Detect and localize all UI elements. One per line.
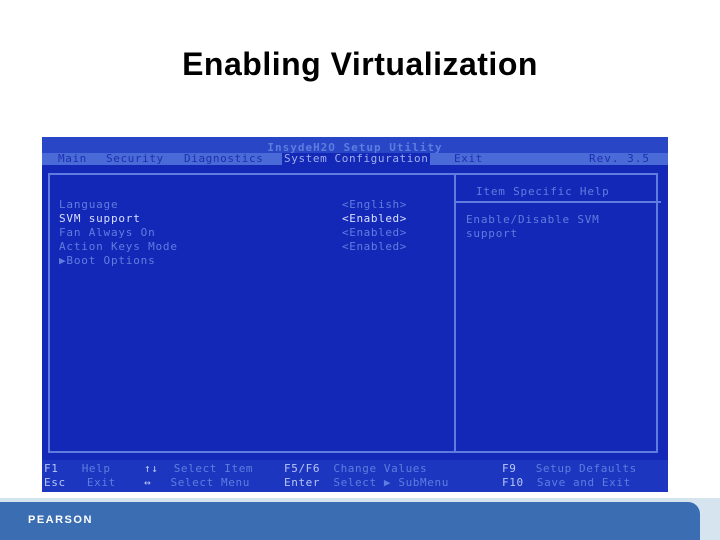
menu-exit[interactable]: Exit	[452, 153, 485, 165]
legend-f1: F1 Help	[44, 462, 111, 476]
legend-enter: Enter Select ▶ SubMenu	[284, 476, 449, 490]
help-title: Item Specific Help	[476, 185, 610, 198]
legend-f10: F10 Save and Exit	[502, 476, 631, 490]
help-panel: Item Specific Help Enable/Disable SVM su…	[454, 173, 661, 453]
bios-screen: InsydeH2O Setup Utility Main Security Di…	[42, 137, 668, 492]
value-language[interactable]: <English>	[342, 198, 452, 212]
menu-bar: Main Security Diagnostics System Configu…	[42, 153, 668, 165]
desc-change-values: Change Values	[333, 462, 428, 475]
setting-language[interactable]: Language	[59, 198, 339, 212]
setting-fan-always-on[interactable]: Fan Always On	[59, 226, 339, 240]
help-text: Enable/Disable SVM support	[466, 213, 600, 240]
settings-list: Language SVM support Fan Always On Actio…	[59, 198, 339, 268]
legend-select-menu: ↔ Select Menu	[144, 476, 250, 490]
menu-security[interactable]: Security	[104, 153, 166, 165]
desc-select-submenu: Select ▶ SubMenu	[333, 476, 449, 489]
menu-diagnostics[interactable]: Diagnostics	[182, 153, 265, 165]
settings-values: <English> <Enabled> <Enabled> <Enabled>	[342, 198, 452, 254]
setting-action-keys-mode[interactable]: Action Keys Mode	[59, 240, 339, 254]
legend-f9: F9 Setup Defaults	[502, 462, 637, 476]
desc-select-item: Select Item	[173, 462, 254, 475]
desc-setup-defaults: Setup Defaults	[535, 462, 637, 475]
legend-change-values: F5/F6 Change Values	[284, 462, 427, 476]
key-f9: F9	[502, 462, 517, 475]
key-f5-f6: F5/F6	[284, 462, 321, 475]
value-fan-always-on[interactable]: <Enabled>	[342, 226, 452, 240]
key-f10: F10	[502, 476, 524, 489]
desc-help: Help	[81, 462, 111, 475]
key-f1: F1	[44, 462, 59, 475]
arrows-updown-icon: ↑↓	[144, 462, 159, 475]
help-divider	[456, 201, 661, 203]
key-legend: F1 Help Esc Exit ↑↓ Select Item ↔ Select…	[42, 460, 668, 492]
menu-main[interactable]: Main	[56, 153, 89, 165]
arrows-leftright-icon: ↔	[144, 476, 152, 489]
slide-title: Enabling Virtualization	[182, 46, 538, 82]
desc-select-menu: Select Menu	[170, 476, 250, 489]
menu-system-configuration[interactable]: System Configuration	[282, 153, 431, 165]
legend-select-item: ↑↓ Select Item	[144, 462, 253, 476]
desc-save-and-exit: Save and Exit	[536, 476, 631, 489]
desc-exit: Exit	[86, 476, 116, 489]
setting-svm-support[interactable]: SVM support	[59, 212, 339, 226]
value-svm-support[interactable]: <Enabled>	[342, 212, 452, 226]
revision-label: Rev. 3.5	[589, 152, 650, 165]
pearson-logo: PEARSON	[28, 514, 93, 526]
key-esc: Esc	[44, 476, 66, 489]
legend-esc: Esc Exit	[44, 476, 116, 490]
footer-brand-bar	[0, 502, 700, 540]
key-enter: Enter	[284, 476, 321, 489]
value-action-keys-mode[interactable]: <Enabled>	[342, 240, 452, 254]
setting-boot-options[interactable]: ▶Boot Options	[59, 254, 339, 268]
bios-header: InsydeH2O Setup Utility Main Security Di…	[42, 137, 668, 165]
